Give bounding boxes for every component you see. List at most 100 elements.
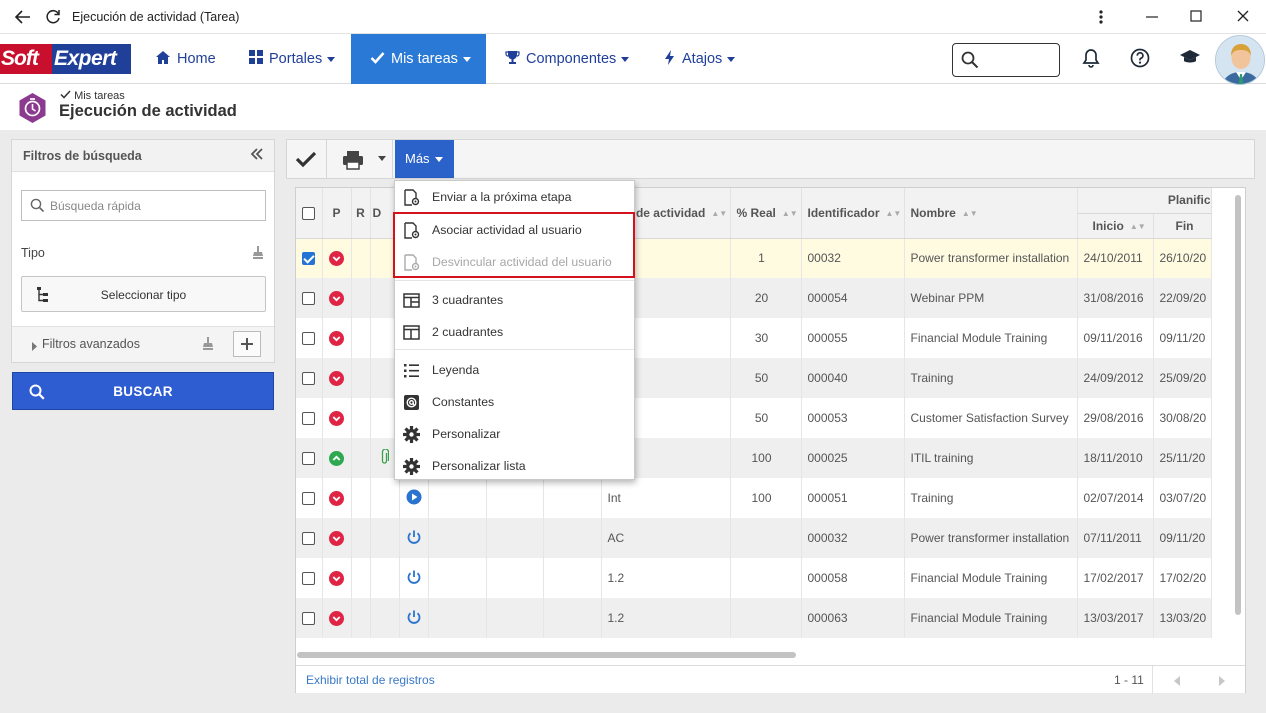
action-cell: [399, 598, 429, 638]
power-icon[interactable]: [406, 530, 422, 548]
nav-mis-tareas[interactable]: Mis tareas: [351, 34, 486, 84]
search-button[interactable]: BUSCAR: [12, 372, 274, 410]
r-cell: [351, 318, 371, 358]
inicio-cell: 24/10/2011: [1077, 238, 1154, 278]
menu-label: 2 cuadrantes: [432, 325, 504, 339]
status-cell: [322, 398, 352, 438]
menu-2-quadrants[interactable]: 2 cuadrantes: [395, 316, 634, 348]
paperclip-icon[interactable]: [380, 447, 390, 468]
col-inicio[interactable]: Inicio ▲▼: [1077, 213, 1154, 239]
refresh-icon[interactable]: [44, 8, 62, 30]
bell-icon[interactable]: [1080, 48, 1102, 70]
more-menu-button[interactable]: Más: [395, 140, 454, 178]
prev-page-icon[interactable]: [1173, 675, 1181, 689]
horizontal-scrollbar[interactable]: [297, 652, 796, 658]
row-checkbox[interactable]: [302, 492, 316, 506]
clear-filter-icon[interactable]: [202, 337, 214, 354]
vertical-scrollbar[interactable]: [1235, 195, 1241, 615]
col-p[interactable]: P: [322, 188, 352, 239]
extra-cell: [486, 478, 544, 518]
global-search-input[interactable]: [952, 43, 1060, 77]
breadcrumb[interactable]: Mis tareas: [60, 90, 125, 102]
menu-customize[interactable]: Personalizar: [395, 418, 634, 450]
add-filter-button[interactable]: [233, 331, 261, 357]
menu-send-next-stage[interactable]: Enviar a la próxima etapa: [395, 181, 634, 213]
row-checkbox[interactable]: [302, 452, 316, 466]
next-page-icon[interactable]: [1218, 675, 1226, 689]
menu-constants[interactable]: Constantes: [395, 386, 634, 418]
fin-cell: 09/11/20: [1153, 518, 1212, 558]
advanced-filters-row[interactable]: Filtros avanzados: [12, 326, 274, 362]
power-icon[interactable]: [406, 610, 422, 628]
menu-legend[interactable]: Leyenda: [395, 354, 634, 386]
row-select-cell: [296, 478, 323, 518]
extra-cell: [543, 518, 602, 558]
row-checkbox[interactable]: [302, 252, 316, 266]
close-icon[interactable]: [1236, 8, 1250, 30]
quick-search-input[interactable]: Búsqueda rápida: [21, 190, 266, 221]
nav-componentes[interactable]: Componentes: [505, 34, 630, 84]
maximize-icon[interactable]: [1189, 8, 1203, 30]
col-id[interactable]: Identificador ▲▼: [801, 188, 905, 239]
chevron-down-icon: [462, 56, 471, 62]
layout-2-icon: [403, 324, 420, 341]
row-checkbox[interactable]: [302, 412, 316, 426]
more-vertical-icon[interactable]: [1094, 8, 1108, 30]
back-arrow-icon[interactable]: [14, 8, 32, 30]
table-row[interactable]: 1.2 000058 Financial Module Training 17/02/…: [296, 558, 1212, 598]
id-cell: 000051: [801, 478, 905, 518]
softexpert-logo[interactable]: Soft Expert: [0, 44, 131, 74]
col-r[interactable]: R: [351, 188, 371, 239]
clear-filter-icon[interactable]: [252, 246, 264, 263]
table-row[interactable]: Int 100 000051 Training 02/07/2014 03/07/20: [296, 478, 1212, 518]
real-cell: [730, 598, 802, 638]
check-icon: [295, 150, 317, 171]
chevron-down-icon: [327, 56, 336, 62]
d-cell: [370, 478, 400, 518]
extra-cell: [428, 478, 487, 518]
extra-cell: [543, 558, 602, 598]
print-button[interactable]: [327, 140, 393, 178]
row-checkbox[interactable]: [302, 532, 316, 546]
row-checkbox[interactable]: [302, 572, 316, 586]
window-titlebar: Ejecución de actividad (Tarea): [0, 0, 1266, 34]
col-real[interactable]: % Real ▲▼: [730, 188, 802, 239]
help-icon[interactable]: [1129, 48, 1151, 70]
at-icon: [403, 394, 420, 411]
nav-atajos[interactable]: Atajos: [664, 34, 736, 84]
menu-customize-list[interactable]: Personalizar lista: [395, 450, 634, 482]
show-total-link[interactable]: Exhibir total de registros: [306, 673, 435, 687]
row-checkbox[interactable]: [302, 292, 316, 306]
trophy-icon: [505, 34, 520, 84]
graduation-cap-icon[interactable]: [1179, 48, 1201, 70]
user-avatar[interactable]: [1215, 35, 1265, 85]
fin-cell: 13/03/20: [1153, 598, 1212, 638]
nav-portales[interactable]: Portales: [249, 34, 336, 84]
execute-button[interactable]: [287, 140, 327, 178]
nav-home[interactable]: Home: [155, 34, 216, 84]
select-tipo-button[interactable]: Seleccionar tipo: [21, 276, 266, 312]
row-checkbox[interactable]: [302, 372, 316, 386]
row-checkbox[interactable]: [302, 332, 316, 346]
menu-label: Constantes: [432, 395, 495, 409]
menu-divider: [395, 349, 634, 350]
col-nombre[interactable]: Nombre ▲▼: [904, 188, 1078, 239]
row-checkbox[interactable]: [302, 612, 316, 626]
col-fin[interactable]: Fin: [1153, 213, 1212, 239]
nombre-cell: Power transformer installation: [904, 238, 1078, 278]
nombre-cell: Power transformer installation: [904, 518, 1078, 558]
status-cell: [322, 278, 352, 318]
minimize-icon[interactable]: [1145, 8, 1159, 30]
table-row[interactable]: AC 000032 Power transformer installation 07…: [296, 518, 1212, 558]
play-icon[interactable]: [406, 489, 422, 508]
menu-3-quadrants[interactable]: 3 cuadrantes: [395, 284, 634, 316]
power-icon[interactable]: [406, 570, 422, 588]
row-select-cell: [296, 598, 323, 638]
status-down-icon: [329, 410, 344, 426]
col-fin-label: Fin: [1175, 218, 1194, 233]
table-row[interactable]: 1.2 000063 Financial Module Training 13/03/…: [296, 598, 1212, 638]
fin-cell: 30/08/20: [1153, 398, 1212, 438]
select-all-checkbox[interactable]: [302, 206, 316, 220]
collapse-left-icon[interactable]: [250, 146, 264, 164]
real-cell: [730, 558, 802, 598]
